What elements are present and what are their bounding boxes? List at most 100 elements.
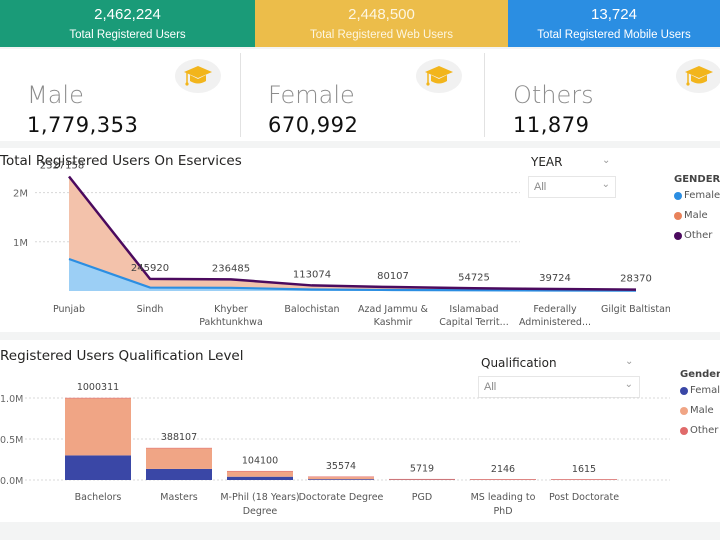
bar-segment-female (227, 476, 293, 480)
x-tick-label: Punjab (53, 304, 85, 315)
legend-dot (674, 231, 682, 240)
data-label: 80107 (377, 271, 409, 282)
legend-dot (680, 386, 688, 395)
qualification-bar-chart: 0.0M 0.5M 1.0M 1000311 Bachelors 388107 Master… (0, 382, 670, 517)
x-tick-label: Doctorate Degree (299, 492, 384, 503)
bar-segment-other (551, 479, 617, 480)
y-tick-label: 1.0M (0, 394, 23, 405)
bar-segment-other (389, 478, 455, 480)
x-tick-label: Islamabad (449, 304, 498, 315)
x-tick-label: Degree (243, 506, 278, 517)
x-tick-label: Kashmir (374, 317, 413, 328)
data-label: 104100 (242, 455, 278, 466)
data-label: 39724 (539, 273, 571, 284)
legend-label: Male (690, 405, 714, 416)
graduation-cap-icon (676, 59, 720, 93)
legend-item-other[interactable]: Other (674, 230, 712, 241)
x-tick-label: PGD (412, 492, 432, 503)
legend-label: Female (684, 190, 720, 201)
data-label: 1615 (572, 464, 596, 475)
data-label: 2327158 (40, 161, 85, 172)
bar-segment-female (308, 479, 374, 480)
legend-item-female[interactable]: Female (680, 385, 720, 396)
y-tick-label: 0.0M (0, 476, 23, 487)
kpi-label: Total Registered Web Users (310, 28, 453, 41)
bar-segment-female (65, 455, 131, 480)
legend-dot (680, 426, 688, 435)
y-tick-label: 1M (13, 238, 28, 249)
bar-segment-other (146, 447, 212, 449)
legend-item-female[interactable]: Female (674, 190, 720, 201)
legend-label: Other (684, 230, 713, 241)
bar-segment-other (227, 470, 293, 472)
legend-item-male[interactable]: Male (674, 210, 708, 221)
x-tick-label: Pakhtunkhwa (199, 317, 263, 328)
kpi-value: 2,448,500 (348, 5, 415, 23)
x-tick-label: Capital Territ... (439, 317, 508, 328)
x-tick-label: PhD (493, 506, 512, 517)
data-label: 1000311 (77, 382, 119, 393)
bar-segment-male (308, 477, 374, 480)
eservices-panel: Total Registered Users On Eservices YEAR… (0, 148, 720, 332)
bar-segment-other (65, 397, 131, 399)
qualification-panel: Registered Users Qualification Level Qua… (0, 340, 720, 522)
gender-card-male: Male 1,779,353 (0, 49, 240, 141)
bar-segment-female (146, 468, 212, 480)
legend-title: Gender (680, 369, 720, 380)
gender-value: 1,779,353 (27, 113, 139, 137)
kpi-value: 13,724 (591, 5, 637, 23)
x-tick-label: Azad Jammu & (358, 304, 429, 315)
data-label: 388107 (161, 432, 197, 443)
x-tick-label: Administered... (519, 317, 591, 328)
data-label: 2146 (491, 464, 515, 475)
x-tick-label: Bachelors (75, 492, 122, 503)
x-tick-label: Masters (160, 492, 197, 503)
graduation-cap-icon (175, 59, 221, 93)
x-tick-label: Gilgit Baltistan (601, 304, 670, 315)
legend-item-other[interactable]: Other (680, 425, 718, 436)
kpi-total-users: 2,462,224 Total Registered Users (0, 0, 255, 47)
x-tick-label: Federally (533, 304, 577, 315)
kpi-label: Total Registered Mobile Users (537, 28, 691, 41)
gender-cards: Male 1,779,353 Female 670,992 Others 11,… (0, 49, 720, 141)
x-tick-label: Post Doctorate (549, 492, 619, 503)
legend-dot (674, 211, 682, 220)
legend-label: Female (690, 385, 720, 396)
graduation-cap-icon (416, 59, 462, 93)
legend-item-male[interactable]: Male (680, 405, 714, 416)
data-label: 245920 (131, 263, 169, 274)
eservices-area-chart: 1M 2M 2327158 245920 236485 113074 80107 54725 3… (13, 161, 670, 328)
data-label: 35574 (326, 461, 356, 472)
x-tick-label: M-Phil (18 Years) (220, 492, 299, 503)
legend-label: Other (690, 425, 719, 436)
data-label: 236485 (212, 263, 250, 274)
gender-label: Male (27, 81, 84, 109)
bar-segment-male (65, 398, 131, 456)
gender-value: 670,992 (268, 113, 359, 137)
x-tick-label: Sindh (137, 304, 164, 315)
data-label: 113074 (293, 269, 331, 280)
data-label: 28370 (620, 274, 652, 285)
x-tick-label: Khyber (214, 304, 248, 315)
legend-dot (680, 406, 688, 415)
bar-segment-other (470, 479, 536, 480)
kpi-row: 2,462,224 Total Registered Users 2,448,5… (0, 0, 720, 47)
kpi-value: 2,462,224 (94, 5, 161, 23)
bar-segment-other (308, 476, 374, 478)
divider (484, 53, 485, 137)
kpi-web-users: 2,448,500 Total Registered Web Users (255, 0, 508, 47)
legend-dot (674, 191, 682, 200)
x-tick-label: MS leading to (471, 492, 536, 503)
kpi-label: Total Registered Users (69, 28, 186, 41)
gender-label: Others (513, 81, 594, 109)
gender-label: Female (268, 81, 355, 109)
data-label: 5719 (410, 464, 434, 475)
data-label: 54725 (458, 272, 490, 283)
bar-segment-male (146, 448, 212, 469)
y-tick-label: 2M (13, 189, 28, 200)
gender-card-others: Others 11,879 (486, 49, 720, 141)
bar-segment-male (227, 471, 293, 477)
legend-label: Male (684, 210, 708, 221)
gender-value: 11,879 (513, 113, 590, 137)
legend-title: GENDER (674, 174, 720, 185)
